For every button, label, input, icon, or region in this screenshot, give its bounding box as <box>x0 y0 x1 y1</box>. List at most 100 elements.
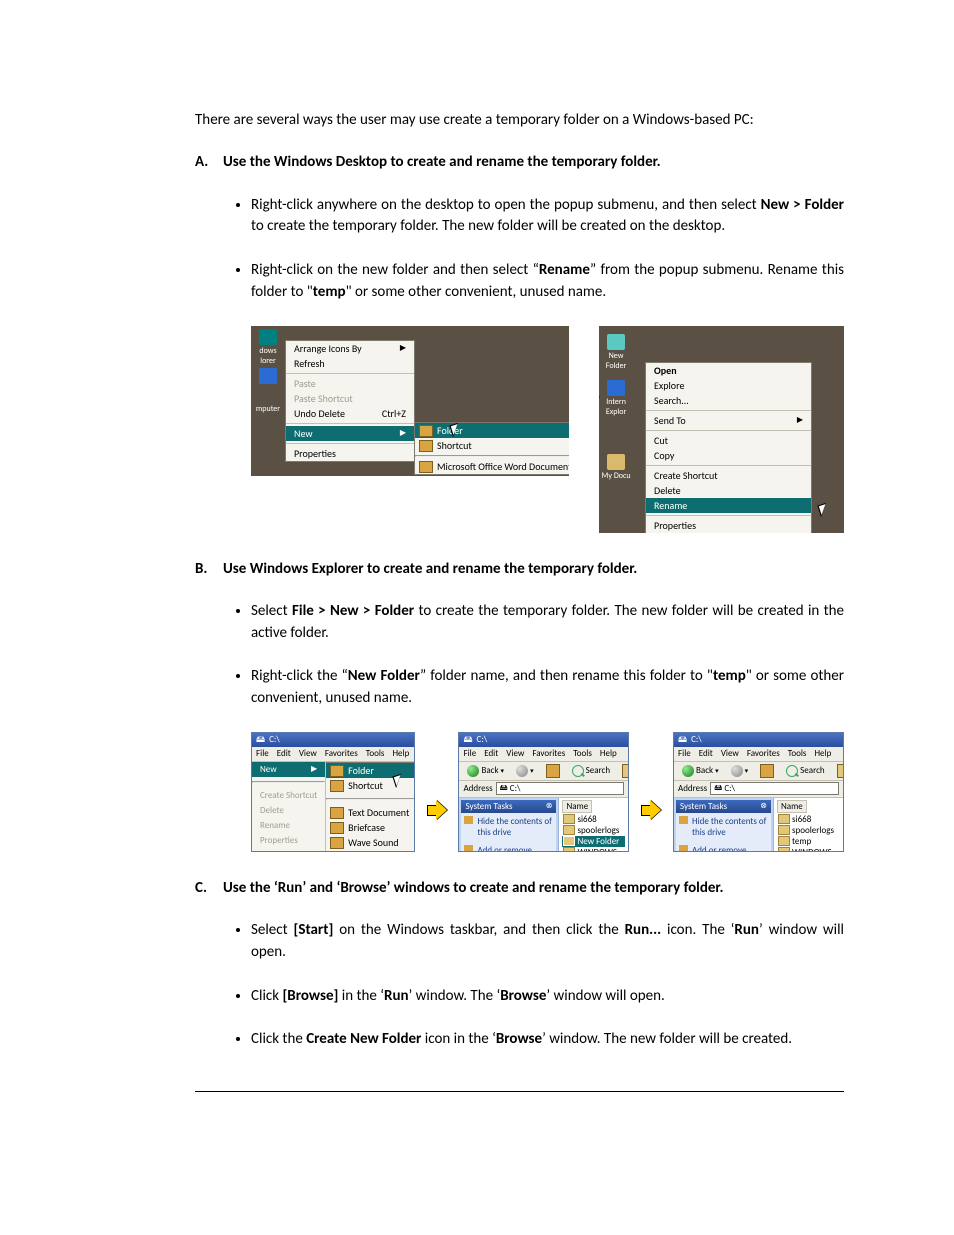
task-hide-contents[interactable]: Hide the contents of this drive <box>676 813 771 842</box>
task-add-remove[interactable]: Add or remove programs <box>676 842 771 852</box>
file-list[interactable]: Name si668 spoolerlogs New Folder WINDOW… <box>559 798 628 852</box>
explorer-window-menu[interactable]: 🖴C:\ File Edit View Favorites Tools Help… <box>251 732 415 852</box>
window-titlebar[interactable]: 🖴C:\ <box>252 733 414 747</box>
address-field[interactable]: 🖴 C:\ <box>496 782 625 795</box>
address-field[interactable]: 🖴 C:\ <box>710 782 839 795</box>
toolbar[interactable]: Back▾ ▾ Search Folders <box>674 762 843 781</box>
value: C:\ <box>510 783 521 794</box>
collapse-icon[interactable]: ⊗ <box>760 801 767 811</box>
tasks-header[interactable]: System Tasks⊗ <box>461 800 556 813</box>
toolbar[interactable]: Back▾ ▾ Search Folders <box>459 762 628 781</box>
menu-file[interactable]: File <box>463 748 476 759</box>
address-bar[interactable]: Address 🖴 C:\ <box>459 781 628 798</box>
list-item-temp[interactable]: temp <box>777 836 840 847</box>
menu-edit[interactable]: Edit <box>484 748 498 759</box>
menu-favorites[interactable]: Favorites <box>532 748 565 759</box>
submenu-word-doc[interactable]: Microsoft Office Word Document <box>415 459 569 474</box>
submenu-shortcut[interactable]: Shortcut <box>415 438 569 453</box>
menu-properties[interactable]: Properties <box>646 518 811 533</box>
back-button[interactable]: Back▾ <box>463 764 508 778</box>
desktop-context-menu[interactable]: Arrange Icons By▶ Refresh Paste Paste Sh… <box>285 340 415 462</box>
menu-arrange-icons[interactable]: Arrange Icons By▶ <box>286 341 414 356</box>
menu-help[interactable]: Help <box>392 748 409 759</box>
column-name[interactable]: Name <box>562 800 592 813</box>
list-item-new-folder[interactable]: New Folder <box>562 836 625 847</box>
task-hide-contents[interactable]: Hide the contents of this drive <box>461 813 556 842</box>
sub-text[interactable]: Text Document <box>326 805 415 820</box>
menu-cut[interactable]: Cut <box>646 433 811 448</box>
explorer-window-newfolder[interactable]: 🖴C:\ File Edit View Favorites Tools Help… <box>458 732 629 852</box>
file-list[interactable]: Name si668 spoolerlogs temp WINDOWS <box>774 798 843 852</box>
file-new[interactable]: New▶ <box>252 762 325 777</box>
list-item[interactable]: WINDOWS <box>562 847 625 852</box>
sub-brief[interactable]: Briefcase <box>326 820 415 835</box>
section-C-bullets: Select [Start] on the Windows taskbar, a… <box>251 920 844 1051</box>
menu-refresh[interactable]: Refresh <box>286 356 414 371</box>
folders-button[interactable]: Folders <box>618 763 629 779</box>
collapse-icon[interactable]: ⊗ <box>546 801 553 811</box>
A-bullet-1: Right-click anywhere on the desktop to o… <box>251 195 844 239</box>
menu-create-shortcut[interactable]: Create Shortcut <box>646 468 811 483</box>
menu-help[interactable]: Help <box>814 748 831 759</box>
menu-undo-delete[interactable]: Undo DeleteCtrl+Z <box>286 406 414 421</box>
text: icon. The ‘ <box>661 921 734 939</box>
list-item[interactable]: si668 <box>562 814 625 825</box>
menu-rename[interactable]: Rename <box>646 498 811 513</box>
address-bar[interactable]: Address 🖴 C:\ <box>674 781 843 798</box>
folders-button[interactable]: Folders <box>833 763 844 779</box>
menu-open[interactable]: Open <box>646 363 811 378</box>
label: Refresh <box>294 357 325 370</box>
menubar[interactable]: File Edit View Favorites Tools Help <box>674 747 843 762</box>
folder-icon <box>563 847 575 852</box>
menu-tools[interactable]: Tools <box>366 748 385 759</box>
menu-new[interactable]: New▶ <box>286 426 414 441</box>
folder-context-menu[interactable]: Open Explore Search... Send To▶ Cut Copy… <box>645 362 812 533</box>
submenu-folder[interactable]: Folder <box>415 423 569 438</box>
text: to create the temporary folder. The new … <box>251 217 725 235</box>
task-add-remove[interactable]: Add or remove programs <box>461 842 556 852</box>
menu-tools[interactable]: Tools <box>573 748 592 759</box>
explorer-window-temp[interactable]: 🖴C:\ File Edit View Favorites Tools Help… <box>673 732 844 852</box>
menu-delete[interactable]: Delete <box>646 483 811 498</box>
up-button[interactable] <box>542 763 564 779</box>
menu-file[interactable]: File <box>678 748 691 759</box>
file-menu-dropdown[interactable]: New▶ Create Shortcut Delete Rename Prope… <box>252 762 326 852</box>
tasks-header[interactable]: System Tasks⊗ <box>676 800 771 813</box>
menubar[interactable]: File Edit View Favorites Tools Help <box>459 747 628 762</box>
separator <box>415 455 569 457</box>
menu-edit[interactable]: Edit <box>699 748 713 759</box>
menu-explore[interactable]: Explore <box>646 378 811 393</box>
list-item[interactable]: spoolerlogs <box>777 825 840 836</box>
menu-favorites[interactable]: Favorites <box>325 748 358 759</box>
menu-properties[interactable]: Properties <box>286 446 414 461</box>
back-button[interactable]: Back▾ <box>678 764 723 778</box>
search-button[interactable]: Search <box>782 764 828 778</box>
separator <box>646 465 811 466</box>
label: Delete <box>654 484 681 497</box>
menu-file[interactable]: File <box>256 748 269 759</box>
menu-view[interactable]: View <box>299 748 317 759</box>
column-name[interactable]: Name <box>777 800 807 813</box>
menu-edit[interactable]: Edit <box>277 748 291 759</box>
list-item[interactable]: WINDOWS <box>777 847 840 852</box>
text: Right-click anywhere on the desktop to o… <box>251 196 761 214</box>
sub-wave[interactable]: Wave Sound <box>326 835 415 850</box>
menu-copy[interactable]: Copy <box>646 448 811 463</box>
sub-word[interactable]: Microsoft Office Word <box>326 850 415 852</box>
menu-favorites[interactable]: Favorites <box>747 748 780 759</box>
menu-help[interactable]: Help <box>600 748 617 759</box>
window-titlebar[interactable]: 🖴C:\ <box>674 733 843 747</box>
menu-search[interactable]: Search... <box>646 393 811 408</box>
new-submenu[interactable]: Folder Shortcut Microsoft Office Word Do… <box>414 422 569 475</box>
menubar[interactable]: File Edit View Favorites Tools Help <box>252 747 414 762</box>
list-item[interactable]: spoolerlogs <box>562 825 625 836</box>
menu-send-to[interactable]: Send To▶ <box>646 413 811 428</box>
list-item[interactable]: si668 <box>777 814 840 825</box>
search-button[interactable]: Search <box>568 764 614 778</box>
up-button[interactable] <box>756 763 778 779</box>
menu-view[interactable]: View <box>721 748 739 759</box>
A-bullet-2: Right-click on the new folder and then s… <box>251 260 844 304</box>
menu-tools[interactable]: Tools <box>788 748 807 759</box>
window-titlebar[interactable]: 🖴C:\ <box>459 733 628 747</box>
menu-view[interactable]: View <box>506 748 524 759</box>
